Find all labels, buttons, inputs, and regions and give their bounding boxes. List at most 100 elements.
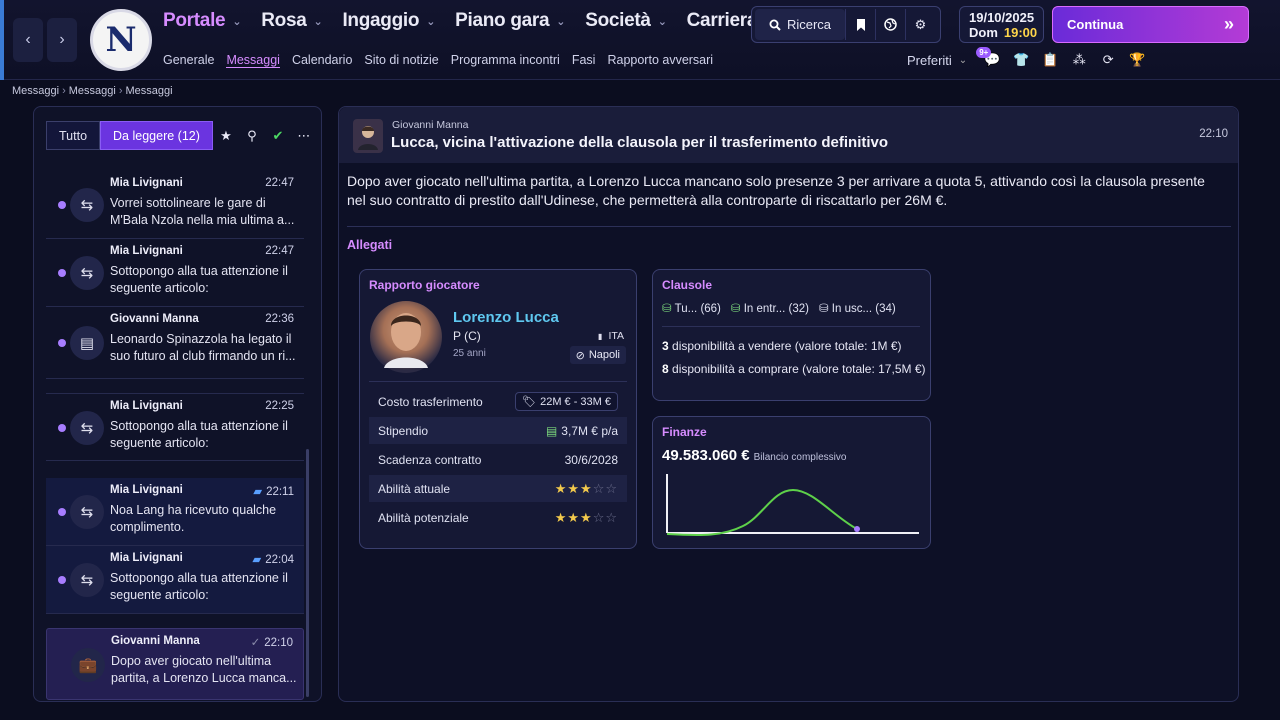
- message-item[interactable]: ⇆ Mia Livignani 22:47 Sottopongo alla tu…: [46, 239, 304, 307]
- current-ability-stars: ★★★☆☆: [555, 481, 618, 497]
- star-empty-icon: ☆: [605, 509, 618, 525]
- continue-button[interactable]: Continua »: [1052, 6, 1249, 43]
- message-time: 22:10: [1199, 128, 1228, 140]
- search-icon: [769, 19, 781, 31]
- contract-icon: ▤: [70, 326, 104, 360]
- salary-row: Stipendio ▤ 3,7M € p/a: [369, 417, 627, 444]
- tab-count: (32): [788, 303, 809, 315]
- search-icon[interactable]: ⚲: [239, 128, 265, 144]
- clauses-tab-all[interactable]: ⛁ Tu... (66): [662, 301, 721, 315]
- tab-calendario[interactable]: Calendario: [292, 53, 352, 68]
- forward-button[interactable]: ›: [47, 18, 77, 62]
- divider: [662, 326, 920, 327]
- chat-button[interactable]: 9+ 💬: [976, 47, 1005, 68]
- more-icon[interactable]: ⋯: [291, 128, 317, 144]
- trophy-button[interactable]: 🏆: [1124, 52, 1150, 68]
- flag-icon: ▮: [598, 332, 603, 341]
- unread-dot: [58, 269, 66, 277]
- balance-value: 49.583.060 €: [662, 447, 750, 464]
- message-item[interactable]: ⇆ Mia Livignani ▰ 22:11 Noa Lang ha ricev…: [46, 478, 304, 546]
- message-sender: Mia Livignani: [110, 552, 183, 564]
- breadcrumb-item[interactable]: Messaggi: [12, 85, 59, 97]
- tab-messaggi[interactable]: Messaggi: [226, 53, 280, 68]
- money-icon: ⛁: [662, 303, 672, 315]
- message-time-wrap: ✓ 22:10: [251, 635, 293, 649]
- clauses-tab-outgoing[interactable]: ⛁ In usc... (34): [819, 301, 896, 315]
- date-display[interactable]: 19/10/2025 Dom 19:00: [959, 6, 1044, 43]
- inbox-filters: Tutto Da leggere (12) ★ ⚲ ✔ ⋯: [46, 121, 317, 150]
- finances-card[interactable]: Finanze 49.583.060 € Bilancio complessivo: [652, 416, 931, 549]
- globe-button[interactable]: [875, 9, 905, 40]
- bookmark-button[interactable]: [845, 9, 875, 40]
- settings-button[interactable]: ⚙: [905, 9, 935, 40]
- contract-expiry-row: Scadenza contratto 30/6/2028: [369, 446, 627, 473]
- clipboard-button[interactable]: 📋: [1037, 52, 1063, 68]
- chevron-right-icon: ›: [59, 31, 65, 48]
- scrollbar[interactable]: [306, 449, 309, 697]
- comment-icon: ▰: [253, 486, 263, 498]
- message-sender[interactable]: Giovanni Manna: [392, 119, 468, 131]
- message-preview: Noa Lang ha ricevuto qualche complimento…: [110, 503, 277, 534]
- potential-ability-row: Abilità potenziale ★★★☆☆: [369, 504, 627, 531]
- menu-piano-gara[interactable]: Piano gara ⌄: [455, 10, 565, 32]
- tab-rapporto-avversari[interactable]: Rapporto avversari: [607, 53, 713, 68]
- back-button[interactable]: ‹: [13, 18, 43, 62]
- contract-icon: ▤: [545, 423, 558, 438]
- notification-badge: 9+: [976, 47, 992, 58]
- shirt-button[interactable]: 👕: [1008, 52, 1034, 68]
- message-item[interactable]: ⇆ Mia Livignani 22:47 Vorrei sottolinear…: [46, 171, 304, 239]
- star-icon[interactable]: ★: [213, 128, 239, 144]
- message-sender: Mia Livignani: [110, 484, 183, 496]
- message-item[interactable]: ⇆ Mia Livignani ▰ 22:04 Sottopongo alla t…: [46, 546, 304, 614]
- message-preview: Sottopongo alla tua attenzione il seguen…: [110, 264, 288, 295]
- message-time-wrap: ▰ 22:04: [252, 552, 294, 566]
- player-report-card[interactable]: Rapporto giocatore Lorenzo Lucca P (C) 2…: [359, 269, 637, 549]
- breadcrumb-item[interactable]: Messaggi: [69, 85, 116, 97]
- menu-rosa[interactable]: Rosa ⌄: [261, 10, 322, 32]
- money-icon: ⛁: [818, 303, 829, 315]
- tab-programma-incontri[interactable]: Programma incontri: [451, 53, 560, 68]
- search-button[interactable]: Ricerca: [755, 9, 845, 40]
- player-name[interactable]: Lorenzo Lucca: [453, 309, 559, 326]
- menu-portale[interactable]: Portale ⌄: [163, 10, 242, 32]
- clipboard-icon: 📋: [1042, 52, 1059, 67]
- scout-icon: ⇆: [70, 563, 104, 597]
- player-club[interactable]: ⊘ Napoli: [569, 346, 626, 364]
- filter-all-button[interactable]: Tutto: [46, 121, 101, 150]
- favorites-row: Preferiti ⌄ 9+ 💬 👕 📋 ⁂ ⟳ 🏆: [907, 47, 1153, 68]
- star-filled-icon: ★: [567, 509, 581, 525]
- favorites-dropdown[interactable]: Preferiti: [907, 53, 952, 68]
- club-logo[interactable]: N: [90, 9, 152, 71]
- bookmark-icon: [856, 18, 865, 31]
- row-label: Abilità potenziale: [378, 510, 469, 525]
- message-item[interactable]: ▤ Giovanni Manna 22:36 Leonardo Spinazzo…: [46, 307, 304, 379]
- tab-fasi[interactable]: Fasi: [572, 53, 596, 68]
- menu-societa[interactable]: Società ⌄: [585, 10, 667, 32]
- divider: [369, 381, 627, 382]
- message-time-wrap: ▰ 22:11: [253, 484, 294, 498]
- card-title: Finanze: [662, 425, 707, 439]
- tactics-button[interactable]: ⁂: [1066, 52, 1092, 68]
- clauses-tab-incoming[interactable]: ⛁ In entr... (32): [731, 301, 809, 315]
- transfer-cost-row: Costo trasferimento 🏷 22M € - 33M €: [369, 388, 627, 415]
- comment-icon: ▰: [252, 554, 262, 566]
- tab-generale[interactable]: Generale: [163, 53, 214, 68]
- club-logo-letter: N: [105, 20, 137, 60]
- message-item[interactable]: ⇆ Mia Livignani 22:25 Sottopongo alla tu…: [46, 393, 304, 461]
- star-filled-icon: ★: [567, 480, 581, 496]
- sender-avatar[interactable]: [353, 119, 383, 153]
- menu-label: Rosa: [261, 10, 307, 31]
- menu-label: Ingaggio: [342, 10, 420, 31]
- tab-sito-di-notizie[interactable]: Sito di notizie: [364, 53, 438, 68]
- message-sender: Mia Livignani: [110, 245, 183, 257]
- refresh-button[interactable]: ⟳: [1095, 52, 1121, 68]
- filter-unread-button[interactable]: Da leggere (12): [100, 121, 213, 150]
- message-item-selected[interactable]: 💼 Giovanni Manna ✓ 22:10 Dopo aver giocat…: [46, 628, 304, 700]
- checkmark-icon[interactable]: ✔: [265, 128, 291, 144]
- menu-ingaggio[interactable]: Ingaggio ⌄: [342, 10, 435, 32]
- globe-icon: [884, 18, 897, 31]
- left-accent-strip: [0, 0, 4, 80]
- unread-dot: [58, 424, 66, 432]
- clauses-card[interactable]: Clausole ⛁ Tu... (66) ⛁ In entr... (32) …: [652, 269, 931, 401]
- row-label: Stipendio: [378, 423, 429, 438]
